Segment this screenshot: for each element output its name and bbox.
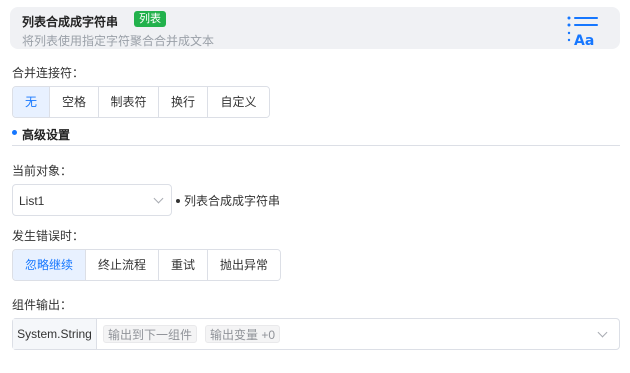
joiner-option-none[interactable]: 无	[13, 87, 50, 117]
output-next-tag: 输出到下一组件	[103, 325, 198, 343]
chevron-down-icon	[597, 327, 608, 338]
section-divider	[12, 145, 620, 146]
component-description: 将列表使用指定字符聚合合并成文本	[22, 34, 215, 48]
current-object-value: List1	[19, 194, 45, 208]
joiner-option-newline[interactable]: 换行	[159, 87, 208, 117]
joiner-options: 无 空格 制表符 换行 自定义	[12, 86, 270, 118]
component-header: 列表合成成字符串 列表 将列表使用指定字符聚合合并成文本 Aa	[10, 7, 620, 49]
joiner-option-tab[interactable]: 制表符	[99, 87, 159, 117]
on-error-option-terminate[interactable]: 终止流程	[86, 250, 159, 280]
on-error-label: 发生错误时：	[12, 229, 85, 243]
on-error-options: 忽略继续 终止流程 重试 抛出异常	[12, 249, 281, 281]
output-select[interactable]: System.String 输出到下一组件 输出变量 +0	[12, 318, 620, 350]
current-object-note: 列表合成成字符串	[176, 192, 280, 209]
advanced-settings-title[interactable]: 高级设置	[22, 126, 70, 143]
output-var-tag: 输出变量 +0	[205, 325, 281, 343]
joiner-option-custom[interactable]: 自定义	[208, 87, 269, 117]
bullet-icon	[176, 198, 180, 203]
section-dot	[12, 130, 17, 135]
on-error-option-retry[interactable]: 重试	[159, 250, 208, 280]
joiner-label: 合并连接符：	[12, 66, 85, 80]
current-object-label: 当前对象：	[12, 164, 73, 178]
on-error-option-ignore[interactable]: 忽略继续	[13, 250, 86, 280]
list-to-text-icon: Aa	[567, 16, 598, 47]
current-object-select[interactable]: List1	[12, 184, 172, 216]
output-type: System.String	[13, 319, 97, 349]
chevron-down-icon	[153, 193, 164, 204]
current-object-note-text: 列表合成成字符串	[184, 194, 281, 208]
component-title: 列表合成成字符串	[22, 15, 119, 29]
output-label: 组件输出：	[12, 298, 73, 312]
on-error-option-throw[interactable]: 抛出异常	[208, 250, 280, 280]
category-badge: 列表	[134, 11, 166, 27]
joiner-option-space[interactable]: 空格	[50, 87, 99, 117]
svg-text:Aa: Aa	[574, 33, 594, 47]
